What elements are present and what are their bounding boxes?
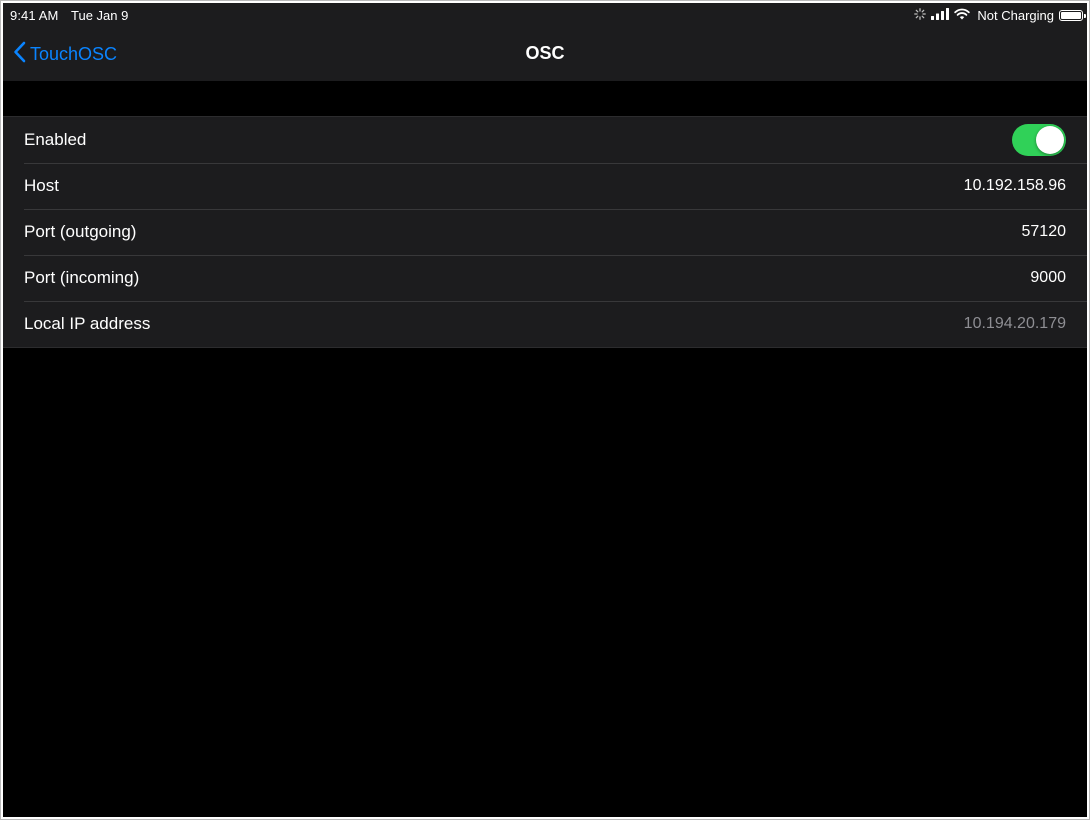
status-bar: 9:41 AM Tue Jan 9 Not Charging: [3, 3, 1087, 29]
toggle-knob: [1036, 126, 1064, 154]
status-time: 9:41 AM: [10, 8, 59, 23]
status-date: Tue Jan 9: [71, 8, 129, 23]
wifi-icon: [954, 8, 971, 23]
row-label: Local IP address: [24, 314, 151, 333]
settings-row-enabled: Enabled: [3, 117, 1087, 163]
page-title: OSC: [525, 43, 565, 63]
battery-icon: [1059, 10, 1086, 21]
settings-row-port-incoming[interactable]: Port (incoming) 9000: [3, 255, 1087, 301]
status-indicators: Not Charging: [914, 7, 1086, 24]
host-value[interactable]: 10.192.158.96: [964, 177, 1066, 195]
port-outgoing-value[interactable]: 57120: [1022, 223, 1067, 241]
navigation-bar: TouchOSC OSC: [3, 29, 1087, 81]
settings-row-local-ip: Local IP address 10.194.20.179: [3, 301, 1087, 347]
row-label: Port (outgoing): [24, 222, 137, 241]
row-label: Port (incoming): [24, 268, 140, 287]
row-label: Host: [24, 176, 59, 195]
enabled-toggle[interactable]: [1012, 124, 1066, 156]
local-ip-value: 10.194.20.179: [963, 315, 1066, 332]
settings-row-host[interactable]: Host 10.192.158.96: [3, 163, 1087, 209]
activity-spinner-icon: [914, 8, 927, 23]
osc-settings-group: Enabled Host 10.192.158.96 Port (outgoin…: [3, 116, 1087, 348]
battery-status-text: Not Charging: [977, 8, 1054, 23]
settings-row-port-outgoing[interactable]: Port (outgoing) 57120: [3, 209, 1087, 255]
port-incoming-value[interactable]: 9000: [1030, 269, 1066, 287]
cellular-signal-icon: [931, 8, 950, 23]
row-label: Enabled: [24, 130, 87, 149]
ipad-screen: 9:41 AM Tue Jan 9 Not Charging TouchOSC …: [3, 3, 1087, 817]
device-frame: 9:41 AM Tue Jan 9 Not Charging TouchOSC …: [0, 0, 1090, 820]
